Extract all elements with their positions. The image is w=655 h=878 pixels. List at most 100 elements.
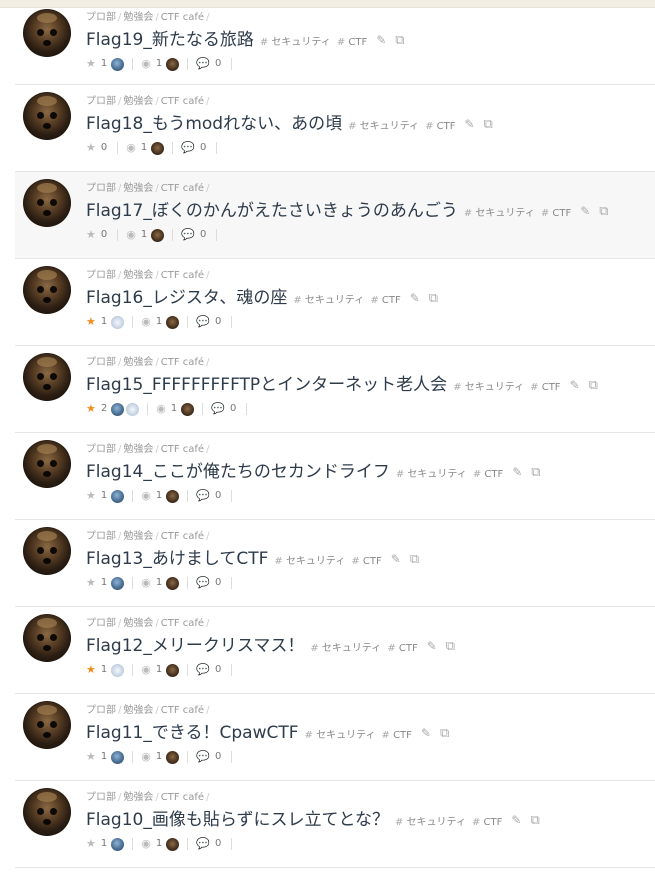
copy-icon[interactable]: ⧉ bbox=[429, 287, 438, 311]
viewer-avatar[interactable] bbox=[166, 57, 180, 71]
breadcrumb-item[interactable]: 勉強会 bbox=[123, 618, 153, 629]
post-title[interactable]: Flag12_メリークリスマス！ bbox=[86, 636, 304, 656]
comment-count[interactable]: 💬 0 bbox=[181, 139, 210, 157]
stargazer-avatar[interactable] bbox=[111, 576, 125, 590]
viewer-avatar[interactable] bbox=[151, 228, 165, 242]
comment-count[interactable]: 💬 0 bbox=[196, 55, 225, 73]
comment-count[interactable]: 💬 0 bbox=[181, 226, 210, 244]
comment-count[interactable]: 💬 0 bbox=[196, 313, 225, 331]
copy-icon[interactable]: ⧉ bbox=[440, 722, 449, 746]
viewer-avatar[interactable] bbox=[166, 837, 180, 851]
breadcrumb-item[interactable]: 勉強会 bbox=[123, 792, 153, 803]
tag-link[interactable]: # CTF bbox=[530, 382, 560, 393]
tag-link[interactable]: # セキュリティ bbox=[395, 817, 466, 828]
breadcrumb-item[interactable]: プロ部 bbox=[86, 705, 116, 716]
comment-count[interactable]: 💬 0 bbox=[196, 748, 225, 766]
breadcrumb-item[interactable]: CTF café bbox=[161, 444, 204, 455]
tag-link[interactable]: # CTF bbox=[337, 37, 367, 48]
breadcrumb-item[interactable]: プロ部 bbox=[86, 270, 116, 281]
post-title[interactable]: Flag19_新たなる旅路 bbox=[86, 30, 254, 50]
viewer-avatar[interactable] bbox=[151, 141, 165, 155]
post-title[interactable]: Flag17_ぼくのかんがえたさいきょうのあんごう bbox=[86, 201, 458, 221]
comment-count[interactable]: 💬 0 bbox=[196, 661, 225, 679]
star-count[interactable]: ★ 0 bbox=[86, 226, 111, 244]
copy-icon[interactable]: ⧉ bbox=[410, 548, 419, 572]
stargazer-avatar[interactable] bbox=[111, 663, 125, 677]
pencil-icon[interactable]: ✎ bbox=[376, 28, 386, 52]
breadcrumb-item[interactable]: 勉強会 bbox=[123, 705, 153, 716]
tag-link[interactable]: # セキュリティ bbox=[464, 208, 535, 219]
comment-count[interactable]: 💬 0 bbox=[211, 400, 240, 418]
star-icon[interactable]: ★ bbox=[86, 400, 96, 418]
star-count[interactable]: ★ 2 bbox=[86, 400, 141, 418]
avatar[interactable] bbox=[23, 527, 71, 575]
comment-count[interactable]: 💬 0 bbox=[196, 574, 225, 592]
breadcrumb-item[interactable]: プロ部 bbox=[86, 531, 116, 542]
star-icon[interactable]: ★ bbox=[86, 139, 96, 157]
tag-link[interactable]: # セキュリティ bbox=[260, 37, 331, 48]
tag-link[interactable]: # セキュリティ bbox=[310, 643, 381, 654]
breadcrumb-item[interactable]: CTF café bbox=[161, 792, 204, 803]
star-count[interactable]: ★ 1 bbox=[86, 313, 126, 331]
avatar[interactable] bbox=[23, 9, 71, 57]
star-icon[interactable]: ★ bbox=[86, 574, 96, 592]
breadcrumb-item[interactable]: プロ部 bbox=[86, 183, 116, 194]
viewer-avatar[interactable] bbox=[166, 315, 180, 329]
tag-link[interactable]: # セキュリティ bbox=[396, 469, 467, 480]
stargazer-avatar[interactable] bbox=[111, 402, 125, 416]
pencil-icon[interactable]: ✎ bbox=[511, 808, 521, 832]
star-count[interactable]: ★ 1 bbox=[86, 574, 126, 592]
tag-link[interactable]: # セキュリティ bbox=[293, 295, 364, 306]
breadcrumb-item[interactable]: CTF café bbox=[161, 96, 204, 107]
avatar[interactable] bbox=[23, 701, 71, 749]
breadcrumb-item[interactable]: プロ部 bbox=[86, 96, 116, 107]
breadcrumb-item[interactable]: プロ部 bbox=[86, 357, 116, 368]
tag-link[interactable]: # CTF bbox=[370, 295, 400, 306]
pencil-icon[interactable]: ✎ bbox=[464, 112, 474, 136]
stargazer-avatar[interactable] bbox=[111, 315, 125, 329]
copy-icon[interactable]: ⧉ bbox=[531, 461, 540, 485]
pencil-icon[interactable]: ✎ bbox=[421, 721, 431, 745]
star-icon[interactable]: ★ bbox=[86, 226, 96, 244]
breadcrumb-item[interactable]: 勉強会 bbox=[123, 183, 153, 194]
copy-icon[interactable]: ⧉ bbox=[599, 200, 608, 224]
tag-link[interactable]: # セキュリティ bbox=[348, 121, 419, 132]
avatar[interactable] bbox=[23, 266, 71, 314]
star-count[interactable]: ★ 0 bbox=[86, 139, 111, 157]
post-title[interactable]: Flag18_もうmodれない、あの頃 bbox=[86, 114, 342, 134]
tag-link[interactable]: # セキュリティ bbox=[453, 382, 524, 393]
comment-count[interactable]: 💬 0 bbox=[196, 835, 225, 853]
copy-icon[interactable]: ⧉ bbox=[530, 809, 539, 833]
stargazer-avatar[interactable] bbox=[111, 837, 125, 851]
star-count[interactable]: ★ 1 bbox=[86, 835, 126, 853]
viewer-avatar[interactable] bbox=[166, 489, 180, 503]
pencil-icon[interactable]: ✎ bbox=[391, 547, 401, 571]
tag-link[interactable]: # CTF bbox=[473, 469, 503, 480]
avatar[interactable] bbox=[23, 92, 71, 140]
breadcrumb-item[interactable]: 勉強会 bbox=[123, 96, 153, 107]
post-title[interactable]: Flag15_FFFFFFFFFTPとインターネット老人会 bbox=[86, 375, 447, 395]
viewer-avatar[interactable] bbox=[166, 750, 180, 764]
star-icon[interactable]: ★ bbox=[86, 661, 96, 679]
breadcrumb-item[interactable]: プロ部 bbox=[86, 618, 116, 629]
post-title[interactable]: Flag10_画像も貼らずにスレ立てとな？ bbox=[86, 810, 389, 830]
stargazer-avatar[interactable] bbox=[111, 489, 125, 503]
tag-link[interactable]: # CTF bbox=[425, 121, 455, 132]
breadcrumb-item[interactable]: 勉強会 bbox=[123, 12, 153, 23]
tag-link[interactable]: # CTF bbox=[387, 643, 417, 654]
star-icon[interactable]: ★ bbox=[86, 748, 96, 766]
breadcrumb-item[interactable]: CTF café bbox=[161, 183, 204, 194]
copy-icon[interactable]: ⧉ bbox=[484, 113, 493, 137]
breadcrumb-item[interactable]: 勉強会 bbox=[123, 270, 153, 281]
tag-link[interactable]: # CTF bbox=[541, 208, 571, 219]
pencil-icon[interactable]: ✎ bbox=[410, 286, 420, 310]
star-count[interactable]: ★ 1 bbox=[86, 55, 126, 73]
avatar[interactable] bbox=[23, 440, 71, 488]
breadcrumb-item[interactable]: プロ部 bbox=[86, 444, 116, 455]
tag-link[interactable]: # セキュリティ bbox=[305, 730, 376, 741]
post-title[interactable]: Flag11_できる！CpawCTF bbox=[86, 723, 299, 743]
copy-icon[interactable]: ⧉ bbox=[395, 29, 404, 53]
pencil-icon[interactable]: ✎ bbox=[427, 634, 437, 658]
stargazer-avatar[interactable] bbox=[111, 57, 125, 71]
post-title[interactable]: Flag16_レジスタ、魂の座 bbox=[86, 288, 287, 308]
